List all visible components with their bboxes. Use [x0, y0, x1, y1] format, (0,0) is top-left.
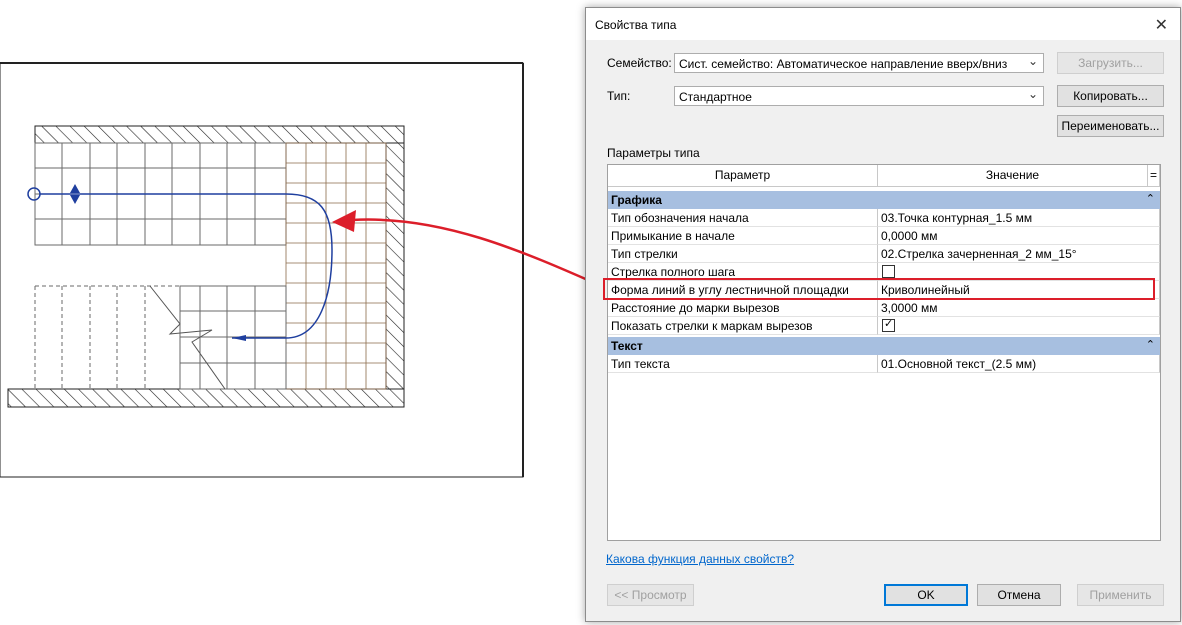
header-param[interactable]: Параметр [608, 165, 878, 187]
param-value[interactable]: Криволинейный [881, 283, 970, 297]
sheet-frame [0, 62, 524, 478]
table-row[interactable]: Тип стрелки 02.Стрелка зачерненная_2 мм_… [608, 245, 1160, 263]
param-name: Тип текста [611, 357, 670, 371]
chevron-down-icon: ⌄ [1027, 87, 1038, 101]
preview-button[interactable]: << Просмотр [607, 584, 694, 606]
param-name: Тип стрелки [611, 247, 678, 261]
group-name: Графика [611, 193, 662, 207]
param-name: Показать стрелки к маркам вырезов [611, 319, 813, 333]
table-row[interactable]: Тип обозначения начала 03.Точка контурна… [608, 209, 1160, 227]
rename-button[interactable]: Переименовать... [1057, 115, 1164, 137]
show-cut-mark-arrows-checkbox[interactable]: ✓ [882, 318, 895, 332]
table-row[interactable]: Показать стрелки к маркам вырезов ✓ [608, 317, 1160, 335]
param-name: Тип обозначения начала [611, 211, 749, 225]
header-value[interactable]: Значение [878, 165, 1148, 187]
param-name: Стрелка полного шага [611, 265, 736, 279]
type-parameters-table: Параметр Значение = Графика ⌃ Тип обозна… [607, 164, 1161, 541]
param-value[interactable]: 03.Точка контурная_1.5 мм [881, 211, 1032, 225]
group-graphics[interactable]: Графика ⌃ [608, 191, 1160, 209]
family-combo[interactable]: Сист. семейство: Автоматическое направле… [674, 53, 1044, 73]
group-name: Текст [611, 339, 643, 353]
apply-button[interactable]: Применить [1077, 584, 1164, 606]
param-value[interactable]: 02.Стрелка зачерненная_2 мм_15° [881, 247, 1077, 261]
help-link[interactable]: Какова функция данных свойств? [606, 552, 794, 566]
type-properties-dialog: Свойства типа ✕ Семейство: Сист. семейст… [585, 7, 1181, 622]
param-value[interactable]: 0,0000 мм [881, 229, 938, 243]
table-row[interactable]: Тип текста 01.Основной текст_(2.5 мм) [608, 355, 1160, 373]
dialog-title: Свойства типа [595, 18, 677, 32]
group-text[interactable]: Текст ⌃ [608, 337, 1160, 355]
load-button[interactable]: Загрузить... [1057, 52, 1164, 74]
param-name: Примыкание в начале [611, 229, 735, 243]
type-value: Стандартное [679, 90, 752, 104]
collapse-icon[interactable]: ⌃ [1146, 192, 1155, 205]
collapse-icon[interactable]: ⌃ [1146, 338, 1155, 351]
type-label: Тип: [607, 89, 631, 103]
table-row-selected[interactable]: Форма линий в углу лестничной площадки К… [608, 281, 1160, 299]
param-value[interactable]: 3,0000 мм [881, 301, 938, 315]
checkmark-icon: ✓ [884, 318, 894, 330]
table-row[interactable]: Стрелка полного шага [608, 263, 1160, 281]
ok-button[interactable]: OK [884, 584, 968, 606]
full-step-arrow-checkbox[interactable] [882, 265, 895, 278]
params-label: Параметры типа [607, 146, 700, 160]
close-icon[interactable]: ✕ [1155, 15, 1168, 35]
table-row[interactable]: Примыкание в начале 0,0000 мм [608, 227, 1160, 245]
param-name: Расстояние до марки вырезов [611, 301, 780, 315]
table-row[interactable]: Расстояние до марки вырезов 3,0000 мм [608, 299, 1160, 317]
param-name: Форма линий в углу лестничной площадки [611, 283, 849, 297]
param-value[interactable]: 01.Основной текст_(2.5 мм) [881, 357, 1036, 371]
header-equals[interactable]: = [1148, 165, 1160, 187]
chevron-down-icon: ⌄ [1027, 54, 1038, 68]
family-label: Семейство: [607, 56, 672, 70]
dialog-titlebar: Свойства типа ✕ [586, 8, 1180, 40]
type-combo[interactable]: Стандартное ⌄ [674, 86, 1044, 106]
cancel-button[interactable]: Отмена [977, 584, 1061, 606]
family-value: Сист. семейство: Автоматическое направле… [679, 57, 1008, 71]
copy-button[interactable]: Копировать... [1057, 85, 1164, 107]
